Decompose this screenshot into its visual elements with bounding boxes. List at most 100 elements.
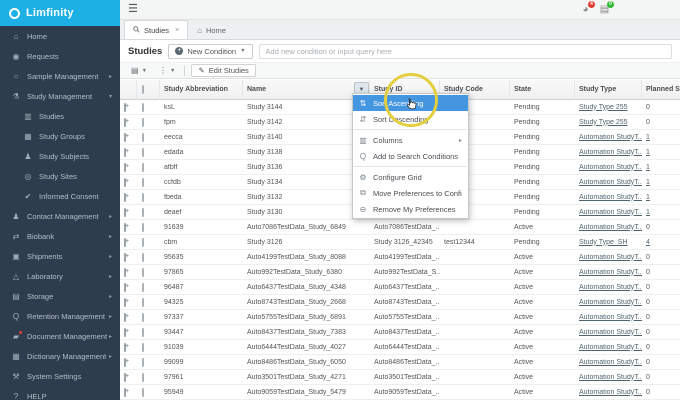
sidebar-item-informed-consent[interactable]: ✔ Informed Consent [0,186,120,206]
expand-row-button[interactable] [124,132,126,142]
planned-samples-link[interactable]: 1 [646,209,650,216]
reports-icon[interactable]: ▤ 0 [599,1,614,15]
planned-samples-link[interactable]: 1 [646,134,650,141]
table-row[interactable]: 95949 Auto9059TestData_Study_5479 Auto9059… [120,385,680,400]
more-actions-button[interactable]: ⋮ ▼ [156,65,178,76]
study-type-link[interactable]: Automation StudyT... [579,224,642,231]
study-type-link[interactable]: Automation StudyT... [579,254,642,261]
planned-samples-link[interactable]: 1 [646,194,650,201]
table-row[interactable]: 97865 Auto992TestData_Study_6380 Auto992Te… [120,265,680,280]
sidebar-item-retention-management[interactable]: Q Retention Management ▸ [0,306,120,326]
expand-row-button[interactable] [124,342,126,352]
study-type-link[interactable]: Automation StudyT... [579,164,642,171]
row-checkbox[interactable] [142,207,144,217]
column-header-study-type[interactable]: Study Type [575,80,642,100]
expand-row-button[interactable] [124,357,126,367]
expand-row-button[interactable] [124,297,126,307]
expand-row-button[interactable] [124,207,126,217]
menu-item-remove-my-preferences[interactable]: ⊖ Remove My Preferences [353,201,468,217]
select-all-checkbox[interactable] [142,85,144,94]
study-type-link[interactable]: Automation StudyT... [579,284,642,291]
tab-home[interactable]: ⌂ Home [188,20,235,39]
sidebar-item-study-subjects[interactable]: ♟ Study Subjects [0,146,120,166]
study-type-link[interactable]: Automation StudyT... [579,149,642,156]
study-type-link[interactable]: Automation StudyT... [579,269,642,276]
expand-row-button[interactable] [124,237,126,247]
planned-samples-link[interactable]: 1 [646,149,650,156]
row-checkbox[interactable] [142,132,144,142]
row-checkbox[interactable] [142,177,144,187]
table-row[interactable]: 97337 Auto5755TestData_Study_6891 Auto5755… [120,310,680,325]
column-header-study-abbreviation[interactable]: Study Abbreviation [160,80,243,100]
row-checkbox[interactable] [142,252,144,262]
study-type-link[interactable]: Automation StudyT... [579,359,642,366]
menu-item-move-preferences[interactable]: ⧉ Move Preferences to Config [353,185,468,201]
row-checkbox[interactable] [142,192,144,202]
query-input[interactable] [258,43,672,59]
table-row[interactable]: 91039 Auto6444TestData_Study_4027 Auto6444… [120,340,680,355]
table-row[interactable]: 91639 Auto7086TestData_Study_6849 Auto7086… [120,220,680,235]
study-type-link[interactable]: Automation StudyT... [579,329,642,336]
column-header-planned-samples[interactable]: Planned Sa [642,80,680,100]
column-header-name[interactable]: Name ▼ [243,80,370,100]
tab-studies[interactable]: Studies × [124,20,189,39]
table-row[interactable]: 99099 Auto8486TestData_Study_6050 Auto8486… [120,355,680,370]
sidebar-item-storage[interactable]: ▤ Storage ▸ [0,286,120,306]
table-row[interactable]: 94325 Auto8743TestData_Study_2668 Auto8743… [120,295,680,310]
expand-row-button[interactable] [124,162,126,172]
table-row[interactable]: 97961 Auto3501TestData_Study_4271 Auto3501… [120,370,680,385]
row-checkbox[interactable] [142,387,144,397]
study-type-link[interactable]: Automation StudyT... [579,299,642,306]
menu-item-add-to-search-conditions[interactable]: Q Add to Search Conditions [353,148,468,164]
expand-row-button[interactable] [124,282,126,292]
sidebar-item-contact-management[interactable]: ♟ Contact Management ▸ [0,206,120,226]
planned-samples-link[interactable]: 1 [646,164,650,171]
table-row[interactable]: 95635 Auto4199TestData_Study_8088 Auto4199… [120,250,680,265]
history-icon[interactable]: ◕ 4 [580,1,595,15]
study-type-link[interactable]: Automation StudyT... [579,344,642,351]
row-checkbox[interactable] [142,222,144,232]
expand-row-button[interactable] [124,387,126,397]
study-type-link[interactable]: Automation StudyT... [579,389,642,396]
row-checkbox[interactable] [142,342,144,352]
table-row[interactable]: cbm Study 3126 Study 3126_42345 test12344 Pe… [120,235,680,250]
study-type-link[interactable]: Study Type 255 [579,104,628,111]
row-checkbox[interactable] [142,327,144,337]
sidebar-item-help[interactable]: ? HELP [0,386,120,400]
study-type-link[interactable]: Study Type_SH [579,239,628,246]
expand-row-button[interactable] [124,117,126,127]
hamburger-menu-icon[interactable]: ☰ [128,4,138,15]
row-checkbox[interactable] [142,147,144,157]
expand-row-button[interactable] [124,177,126,187]
row-checkbox[interactable] [142,162,144,172]
sidebar-item-system-settings[interactable]: ⚒ System Settings [0,366,120,386]
edit-studies-button[interactable]: ✎ Edit Studies [191,64,256,77]
study-type-link[interactable]: Automation StudyT... [579,374,642,381]
sidebar-item-study-management[interactable]: ⚗ Study Management ▾ [0,86,120,106]
sidebar-item-requests[interactable]: ◉ Requests [0,46,120,66]
row-checkbox[interactable] [142,282,144,292]
sidebar-item-studies[interactable]: ▥ Studies [0,106,120,126]
row-checkbox[interactable] [142,297,144,307]
menu-item-configure-grid[interactable]: ⚙ Configure Grid [353,169,468,185]
study-type-link[interactable]: Automation StudyT... [579,209,642,216]
column-header-state[interactable]: State [510,80,575,100]
study-type-link[interactable]: Automation StudyT... [579,134,642,141]
expand-row-button[interactable] [124,372,126,382]
row-checkbox[interactable] [142,267,144,277]
sidebar-item-study-sites[interactable]: ◎ Study Sites [0,166,120,186]
sidebar-item-shipments[interactable]: ▣ Shipments ▸ [0,246,120,266]
study-type-link[interactable]: Automation StudyT... [579,314,642,321]
row-checkbox[interactable] [142,102,144,112]
row-checkbox[interactable] [142,372,144,382]
sidebar-item-biobank[interactable]: ⇄ Biobank ▸ [0,226,120,246]
sidebar-item-document-management[interactable]: ▰ Document Management ▸ [0,326,120,346]
planned-samples-link[interactable]: 1 [646,179,650,186]
expand-row-button[interactable] [124,192,126,202]
new-condition-button[interactable]: + New Condition ▼ [168,43,253,59]
sidebar-item-study-groups[interactable]: ▦ Study Groups [0,126,120,146]
expand-row-button[interactable] [124,147,126,157]
row-checkbox[interactable] [142,357,144,367]
sidebar-item-dictionary-management[interactable]: ▦ Dictionary Management ▸ [0,346,120,366]
row-checkbox[interactable] [142,117,144,127]
